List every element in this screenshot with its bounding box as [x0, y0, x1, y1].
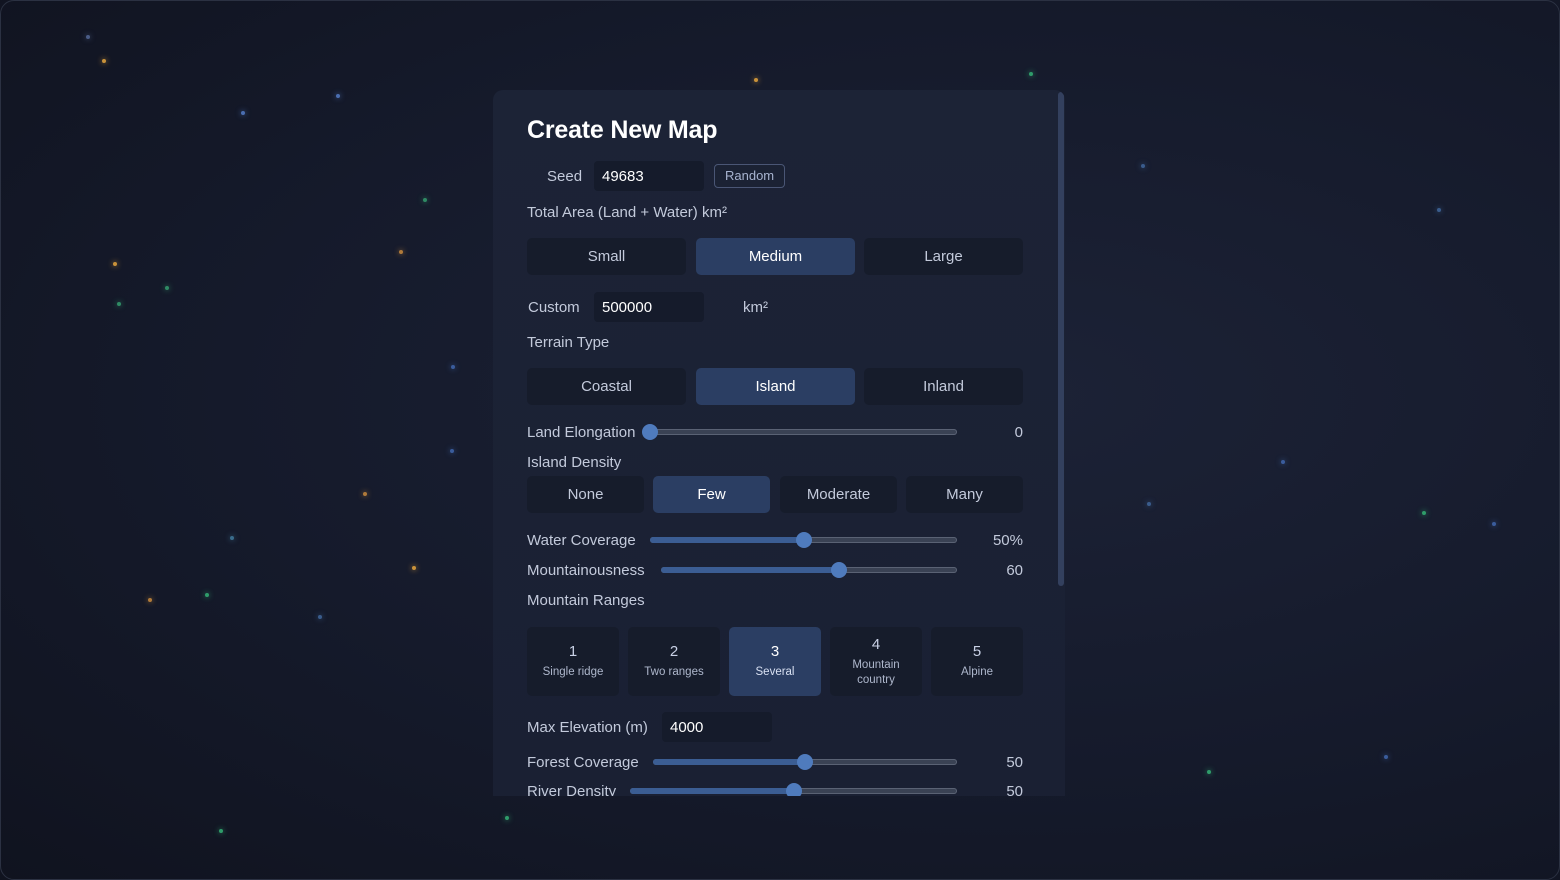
mountainousness-label: Mountainousness: [527, 562, 645, 579]
range-number: 4: [871, 635, 881, 653]
island-density-few-button[interactable]: Few: [653, 476, 770, 513]
slider-thumb[interactable]: [830, 562, 847, 578]
slider-fill: [630, 788, 794, 794]
create-map-panel: Create New Map Seed Random Total Area (L…: [493, 90, 1065, 796]
star-dot: [451, 365, 455, 369]
range-number: 5: [972, 643, 982, 660]
area-large-button[interactable]: Large: [864, 238, 1023, 275]
mountain-range-option-2[interactable]: 2 Two ranges: [628, 627, 720, 696]
range-description: Two ranges: [644, 666, 704, 678]
star-dot: [205, 593, 209, 597]
star-dot: [505, 816, 509, 820]
forest-coverage-value: 50: [1006, 754, 1023, 771]
page-title: Create New Map: [527, 116, 718, 144]
island-density-many-button[interactable]: Many: [906, 476, 1023, 513]
star-dot: [318, 615, 322, 619]
star-dot: [1147, 502, 1151, 506]
custom-area-unit: km²: [743, 299, 768, 316]
star-dot: [754, 78, 758, 82]
slider-fill: [650, 537, 804, 543]
custom-area-input[interactable]: [594, 292, 704, 322]
star-dot: [399, 250, 403, 254]
range-description: Single ridge: [542, 666, 604, 678]
mountain-range-option-5[interactable]: 5 Alpine: [931, 627, 1023, 696]
star-dot: [412, 566, 416, 570]
scrollbar-thumb[interactable]: [1058, 92, 1064, 586]
range-description: Alpine: [961, 666, 993, 678]
terrain-island-button[interactable]: Island: [696, 368, 855, 405]
island-density-none-button[interactable]: None: [527, 476, 644, 513]
star-dot: [1141, 164, 1145, 168]
star-dot: [102, 59, 106, 63]
star-dot: [1029, 72, 1033, 76]
star-dot: [86, 35, 90, 39]
seed-input[interactable]: [594, 161, 704, 191]
island-density-moderate-button[interactable]: Moderate: [780, 476, 897, 513]
seed-label: Seed: [547, 168, 583, 185]
river-density-slider[interactable]: [630, 783, 957, 796]
water-coverage-value: 50%: [992, 532, 1023, 549]
range-number: 1: [568, 643, 578, 660]
range-description: Mountain country: [852, 658, 900, 686]
terrain-type-label: Terrain Type: [527, 334, 610, 351]
island-density-label: Island Density: [527, 454, 622, 471]
star-dot: [165, 286, 169, 290]
terrain-inland-button[interactable]: Inland: [864, 368, 1023, 405]
river-density-label: River Density: [527, 783, 617, 796]
star-dot: [363, 492, 367, 496]
slider-track: [650, 429, 957, 435]
land-elongation-value: 0: [1014, 424, 1023, 441]
star-dot: [230, 536, 234, 540]
water-coverage-slider[interactable]: [650, 532, 957, 548]
river-density-value: 50: [1006, 783, 1023, 796]
star-dot: [148, 598, 152, 602]
terrain-coastal-button[interactable]: Coastal: [527, 368, 686, 405]
star-dot: [219, 829, 223, 833]
area-label: Total Area (Land + Water) km²: [527, 204, 727, 221]
star-dot: [1492, 522, 1496, 526]
star-dot: [1207, 770, 1211, 774]
mountain-range-option-3[interactable]: 3 Several: [729, 627, 821, 696]
star-dot: [450, 449, 454, 453]
star-dot: [1437, 208, 1441, 212]
slider-thumb[interactable]: [785, 783, 802, 796]
star-dot: [241, 111, 245, 115]
mountain-range-option-4[interactable]: 4 Mountain country: [830, 627, 922, 696]
slider-thumb[interactable]: [797, 754, 813, 770]
star-dot: [336, 94, 340, 98]
star-dot: [1422, 511, 1426, 515]
panel-scrollbar[interactable]: [1055, 90, 1065, 796]
star-dot: [1281, 460, 1285, 464]
max-elevation-input[interactable]: [662, 712, 772, 742]
range-number: 3: [770, 643, 780, 660]
star-dot: [1384, 755, 1388, 759]
area-small-button[interactable]: Small: [527, 238, 686, 275]
water-coverage-label: Water Coverage: [527, 532, 636, 549]
custom-area-label: Custom: [528, 299, 580, 316]
mountain-ranges-label: Mountain Ranges: [527, 592, 645, 609]
land-elongation-label: Land Elongation: [527, 424, 636, 441]
random-seed-button[interactable]: Random: [714, 164, 786, 188]
slider-thumb[interactable]: [642, 424, 658, 440]
max-elevation-label: Max Elevation (m): [527, 719, 648, 736]
mountainousness-value: 60: [1006, 562, 1023, 579]
forest-coverage-label: Forest Coverage: [527, 754, 639, 771]
star-dot: [113, 262, 117, 266]
slider-fill: [661, 567, 839, 573]
mountainousness-slider[interactable]: [661, 562, 957, 578]
slider-thumb[interactable]: [795, 532, 812, 548]
star-dot: [423, 198, 427, 202]
slider-fill: [653, 759, 805, 765]
land-elongation-slider[interactable]: [642, 424, 957, 440]
range-description: Several: [755, 666, 795, 678]
star-dot: [117, 302, 121, 306]
forest-coverage-slider[interactable]: [653, 754, 957, 770]
area-medium-button[interactable]: Medium: [696, 238, 855, 275]
mountain-range-option-1[interactable]: 1 Single ridge: [527, 627, 619, 696]
range-number: 2: [669, 643, 679, 660]
